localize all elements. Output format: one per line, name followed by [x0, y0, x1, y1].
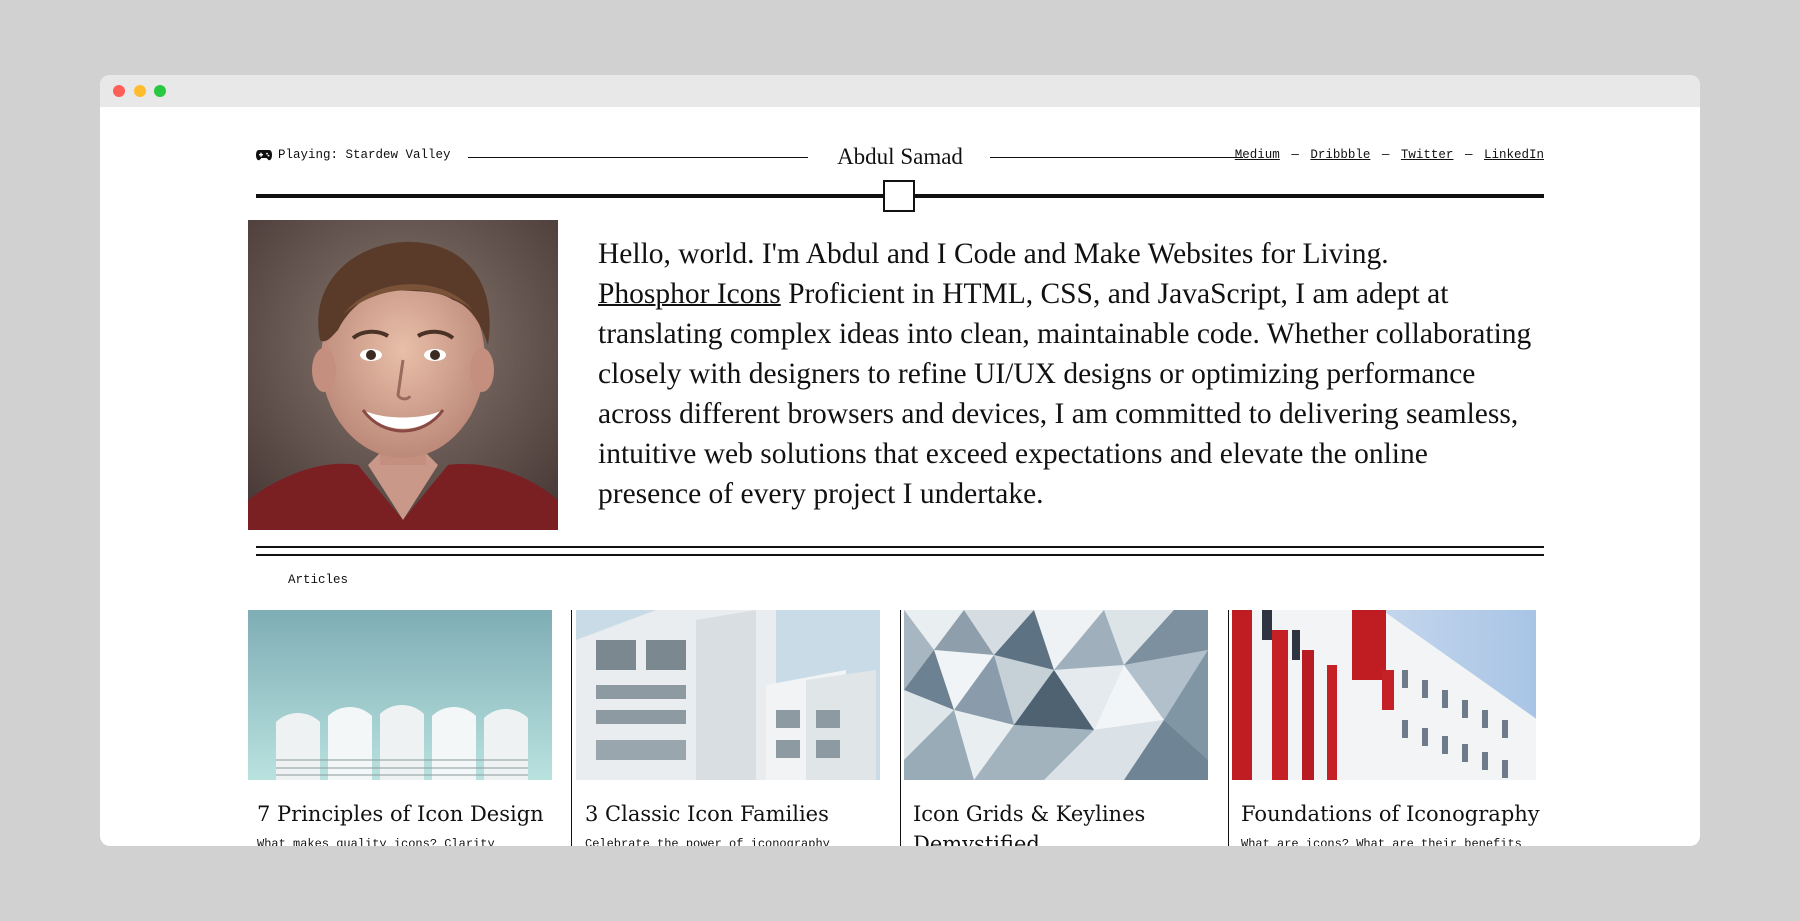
article-title[interactable]: Foundations of Iconography [1241, 799, 1541, 829]
minimize-window-button[interactable] [134, 85, 146, 97]
articles-grid: 7 Principles of Icon Design What makes q… [248, 610, 1564, 846]
card-divider [571, 610, 572, 846]
divider-square [883, 180, 915, 212]
article-image [1232, 610, 1536, 780]
maximize-window-button[interactable] [154, 85, 166, 97]
social-separator: — [1464, 148, 1473, 162]
intro-greeting: Hello, world. I'm Abdul and I Code and M… [598, 238, 1389, 270]
browser-window: Playing: Stardew Valley Abdul Samad Medi… [100, 75, 1700, 846]
site-name-text[interactable]: Abdul Samad [837, 144, 963, 169]
card-divider [900, 610, 901, 846]
social-link-dribbble[interactable]: Dribbble [1310, 148, 1370, 162]
section-divider [256, 546, 1544, 556]
social-link-medium[interactable]: Medium [1235, 148, 1280, 162]
article-excerpt: What makes quality icons? Clarity [257, 837, 495, 846]
article-title[interactable]: 7 Principles of Icon Design [257, 799, 557, 829]
now-playing-status: Playing: Stardew Valley [256, 148, 451, 162]
article-card[interactable]: 7 Principles of Icon Design What makes q… [248, 610, 552, 846]
social-links: Medium — Dribbble — Twitter — LinkedIn [1235, 148, 1544, 162]
social-link-twitter[interactable]: Twitter [1401, 148, 1454, 162]
intro-body: Proficient in HTML, CSS, and JavaScript,… [598, 278, 1532, 510]
now-playing-text: Playing: Stardew Valley [278, 148, 451, 162]
social-separator: — [1291, 148, 1299, 162]
article-card[interactable]: 3 Classic Icon Families Celebrate the po… [576, 610, 880, 846]
social-link-linkedin[interactable]: LinkedIn [1484, 148, 1544, 162]
site-header: Playing: Stardew Valley Abdul Samad Medi… [256, 137, 1544, 179]
avatar [248, 220, 558, 530]
header-rule-right [990, 157, 1243, 158]
close-window-button[interactable] [113, 85, 125, 97]
article-image [576, 610, 880, 780]
article-card[interactable]: Icon Grids & Keylines Demystified [904, 610, 1208, 846]
intro-paragraph: Hello, world. I'm Abdul and I Code and M… [598, 234, 1538, 514]
article-title[interactable]: 3 Classic Icon Families [585, 799, 885, 829]
article-excerpt: What are icons? What are their benefits [1241, 837, 1522, 846]
article-image [248, 610, 552, 780]
social-separator: — [1381, 148, 1390, 162]
article-title[interactable]: Icon Grids & Keylines Demystified [913, 799, 1213, 846]
gamepad-icon [256, 150, 272, 161]
card-divider [1228, 610, 1229, 846]
header-rule-left [468, 157, 808, 158]
phosphor-icons-link[interactable]: Phosphor Icons [598, 278, 781, 310]
article-card[interactable]: Foundations of Iconography What are icon… [1232, 610, 1540, 846]
window-titlebar [100, 75, 1700, 107]
articles-section-label: Articles [288, 573, 349, 587]
article-image [904, 610, 1208, 780]
article-excerpt: Celebrate the power of iconography [585, 837, 830, 846]
